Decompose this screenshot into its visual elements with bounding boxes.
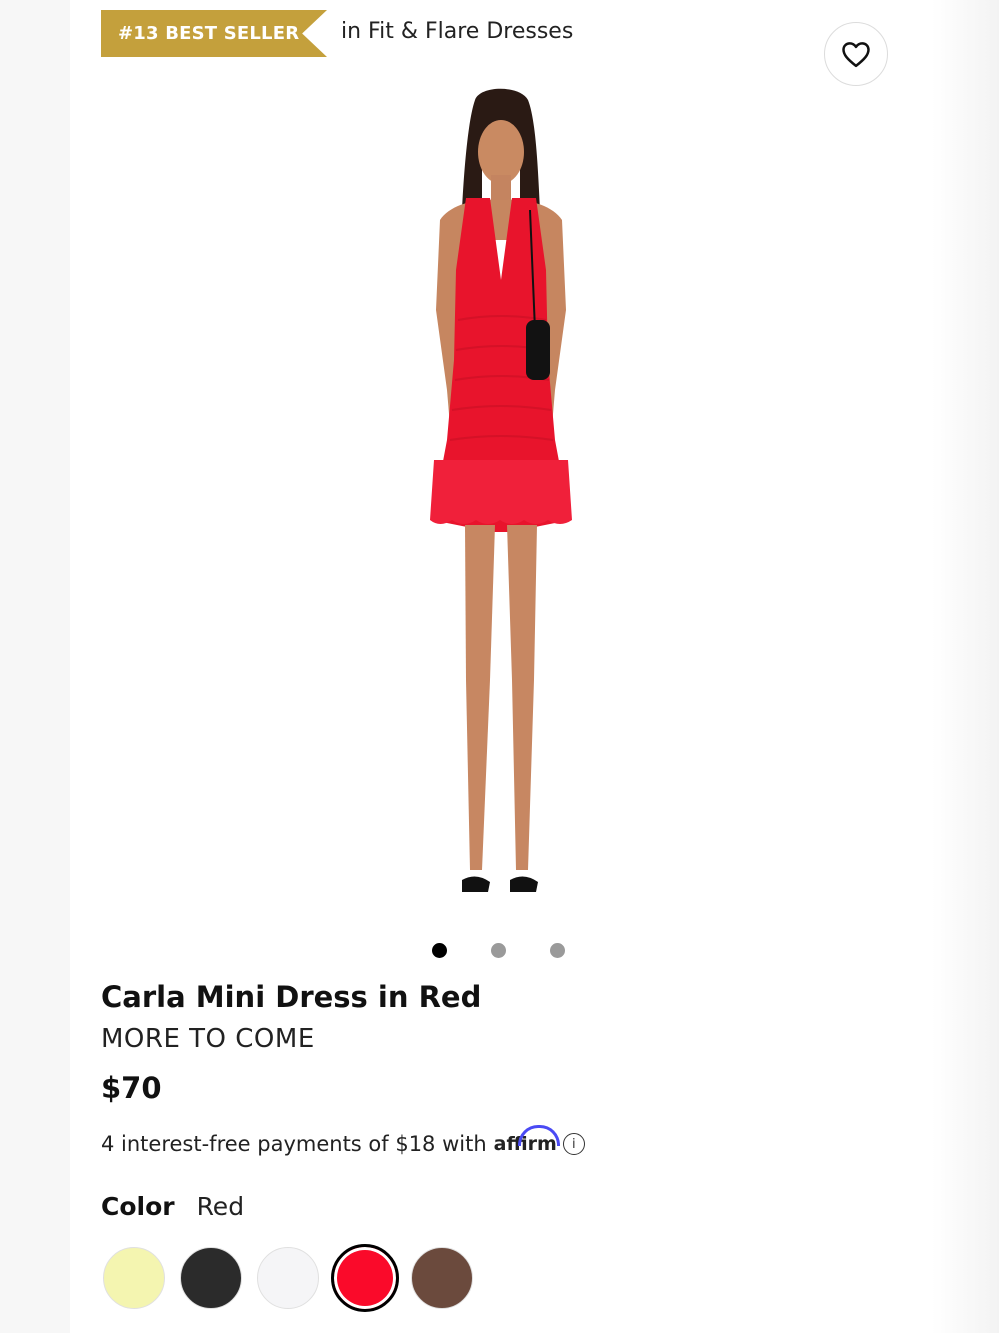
- color-swatch-white[interactable]: [257, 1247, 319, 1309]
- carousel-dot[interactable]: [432, 943, 447, 958]
- carousel-dot[interactable]: [550, 943, 565, 958]
- color-swatch-black[interactable]: [180, 1247, 242, 1309]
- product-price: $70: [101, 1071, 162, 1105]
- best-seller-badge: #13 BEST SELLER: [101, 10, 327, 57]
- color-label: Color: [101, 1192, 175, 1221]
- heart-icon: [842, 42, 870, 68]
- color-selector-label: Color Red: [101, 1192, 244, 1221]
- brand-link[interactable]: MORE TO COME: [101, 1024, 315, 1054]
- info-icon[interactable]: i: [562, 1133, 585, 1155]
- color-swatch-yellow[interactable]: [103, 1247, 165, 1309]
- color-swatch-brown[interactable]: [411, 1247, 473, 1309]
- product-title: Carla Mini Dress in Red: [101, 980, 482, 1014]
- page-edge: [932, 0, 999, 1333]
- best-seller-label: #13 BEST SELLER: [118, 23, 300, 44]
- wishlist-button[interactable]: [824, 22, 888, 86]
- product-image[interactable]: [370, 80, 630, 925]
- image-carousel-dots: [432, 943, 565, 958]
- installment-info: 4 interest-free payments of $18 with aff…: [101, 1125, 585, 1156]
- selected-color: Red: [196, 1192, 245, 1221]
- product-page: #13 BEST SELLER in Fit & Flare Dresses C…: [70, 0, 932, 1333]
- carousel-dot[interactable]: [491, 943, 506, 958]
- installment-text: 4 interest-free payments of $18 with: [101, 1132, 487, 1156]
- best-seller-category-link[interactable]: in Fit & Flare Dresses: [341, 19, 573, 44]
- color-swatch-red[interactable]: [331, 1244, 399, 1312]
- affirm-logo: affirm: [494, 1125, 560, 1155]
